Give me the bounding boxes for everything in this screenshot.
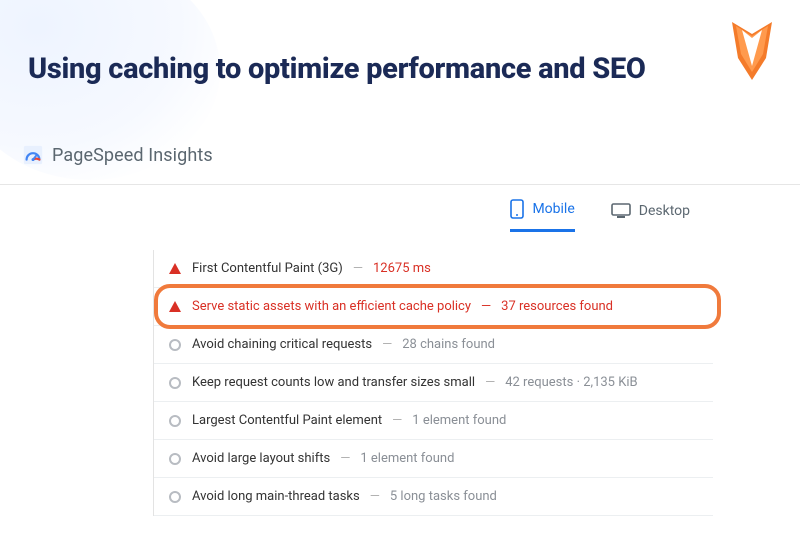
neutral-ring-icon xyxy=(168,490,182,504)
audit-label: Avoid chaining critical requests xyxy=(192,337,372,352)
audit-metric: 1 element found xyxy=(412,413,506,428)
audit-metric: 28 chains found xyxy=(402,337,495,352)
wp-rocket-logo xyxy=(728,20,776,82)
audit-row[interactable]: Avoid long main-thread tasks — 5 long ta… xyxy=(154,478,713,516)
page-title: Using caching to optimize performance an… xyxy=(28,52,646,86)
neutral-ring-icon xyxy=(168,376,182,390)
audit-label: First Contentful Paint (3G) xyxy=(192,261,343,276)
warning-triangle-icon xyxy=(168,262,182,276)
audit-row[interactable]: Avoid chaining critical requests — 28 ch… xyxy=(154,326,713,364)
separator-dash: — xyxy=(392,413,402,428)
neutral-ring-icon xyxy=(168,414,182,428)
separator-dash: — xyxy=(353,261,363,276)
separator-dash: — xyxy=(370,489,380,504)
tab-mobile[interactable]: Mobile xyxy=(510,199,574,232)
audit-label: Serve static assets with an efficient ca… xyxy=(192,299,471,314)
tab-desktop-label: Desktop xyxy=(639,203,690,219)
neutral-ring-icon xyxy=(168,452,182,466)
audit-metric: 5 long tasks found xyxy=(390,489,497,504)
warning-triangle-icon xyxy=(168,300,182,314)
pagespeed-icon xyxy=(22,144,44,166)
audit-metric: 37 resources found xyxy=(501,299,613,314)
device-tabs: Mobile Desktop xyxy=(0,185,800,232)
separator-dash: — xyxy=(485,375,495,390)
audit-list: First Contentful Paint (3G) — 12675 ms Se… xyxy=(153,250,713,516)
desktop-icon xyxy=(611,203,631,219)
header: Using caching to optimize performance an… xyxy=(0,0,800,86)
neutral-ring-icon xyxy=(168,338,182,352)
pagespeed-brand: PageSpeed Insights xyxy=(0,86,800,178)
separator-dash: — xyxy=(340,451,350,466)
separator-dash: — xyxy=(382,337,392,352)
mobile-icon xyxy=(510,199,524,219)
separator-dash: — xyxy=(481,299,491,314)
audit-metric: 1 element found xyxy=(360,451,454,466)
audit-label: Avoid large layout shifts xyxy=(192,451,330,466)
audit-row[interactable]: Largest Contentful Paint element — 1 ele… xyxy=(154,402,713,440)
audit-label: Largest Contentful Paint element xyxy=(192,413,382,428)
pagespeed-label: PageSpeed Insights xyxy=(52,145,213,166)
audit-row[interactable]: Avoid large layout shifts — 1 element fo… xyxy=(154,440,713,478)
audit-label: Avoid long main-thread tasks xyxy=(192,489,360,504)
audit-row[interactable]: Keep request counts low and transfer siz… xyxy=(154,364,713,402)
tab-desktop[interactable]: Desktop xyxy=(611,199,690,232)
audit-row[interactable]: First Contentful Paint (3G) — 12675 ms xyxy=(154,250,713,288)
audit-metric: 12675 ms xyxy=(373,261,431,276)
audit-row[interactable]: Serve static assets with an efficient ca… xyxy=(154,288,713,326)
audit-label: Keep request counts low and transfer siz… xyxy=(192,375,475,390)
tab-mobile-label: Mobile xyxy=(532,201,574,217)
audit-metric: 42 requests · 2,135 KiB xyxy=(505,375,637,390)
